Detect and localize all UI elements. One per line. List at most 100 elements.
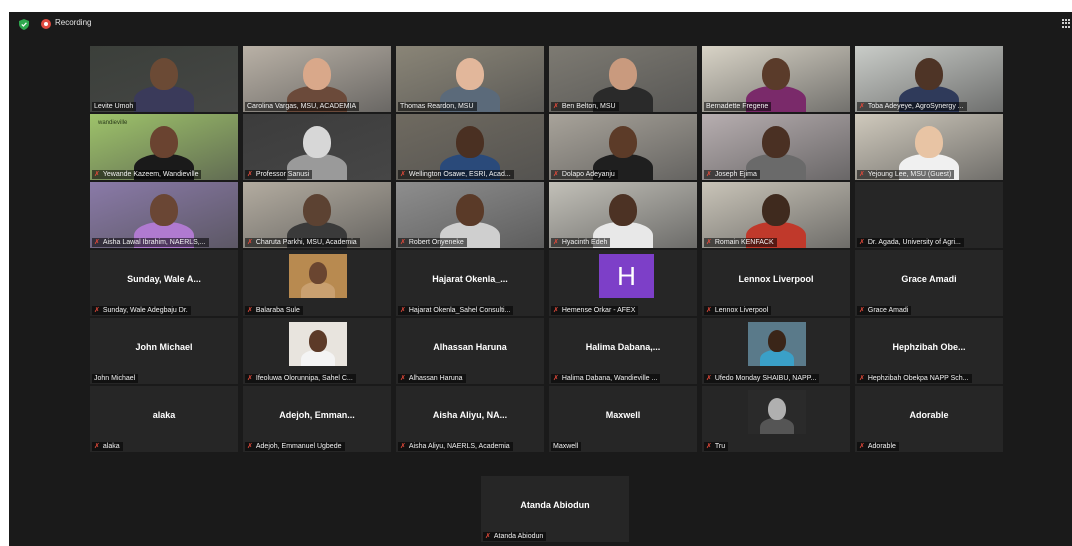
participant-face xyxy=(609,126,637,158)
participant-tile[interactable]: Adejoh, Emman... ✗ Adejoh, Emmanuel Ugbede xyxy=(243,386,391,452)
profile-photo xyxy=(289,254,347,298)
participant-tile[interactable]: Carolina Vargas, MSU, ACADEMIA xyxy=(243,46,391,112)
participant-face xyxy=(456,58,484,90)
participant-tile[interactable]: Bernadette Fregene xyxy=(702,46,850,112)
participant-name: Lennox Liverpool xyxy=(714,307,769,314)
participant-tile[interactable]: Grace Amadi ✗ Grace Amadi xyxy=(855,250,1003,316)
muted-mic-icon: ✗ xyxy=(706,239,712,246)
participant-tile[interactable]: ✗ Toba Adeyeye, AgroSynergy ... xyxy=(855,46,1003,112)
participant-tile[interactable]: ✗ Romain KENFACK xyxy=(702,182,850,248)
muted-mic-icon: ✗ xyxy=(400,307,406,314)
participant-tile[interactable]: Aisha Aliyu, NA... ✗ Aisha Aliyu, NAERLS, … xyxy=(396,386,544,452)
participant-display-name: Maxwell xyxy=(605,410,641,420)
muted-mic-icon: ✗ xyxy=(706,443,712,450)
participant-tile[interactable]: ✗ Charuta Parkhi, MSU, Academia xyxy=(243,182,391,248)
participant-name: Maxwell xyxy=(553,443,579,450)
participant-display-name: Alhassan Haruna xyxy=(433,342,507,352)
participant-name: Carolina Vargas, MSU, ACADEMIA xyxy=(247,103,357,110)
brand-watermark: wandieville xyxy=(98,120,128,126)
participant-name-tag: ✗ Aisha Aliyu, NAERLS, Academia xyxy=(398,442,513,451)
participant-tile[interactable]: ✗ Joseph Ejima xyxy=(702,114,850,180)
participant-tile[interactable]: Lennox Liverpool ✗ Lennox Liverpool xyxy=(702,250,850,316)
participant-tile[interactable]: H ✗ Hemense Orkar - AFEX xyxy=(549,250,697,316)
shield-icon[interactable] xyxy=(19,19,29,30)
muted-mic-icon: ✗ xyxy=(553,171,559,178)
participant-name-tag: ✗ Professor Sanusi xyxy=(245,170,313,179)
participant-display-name: Grace Amadi xyxy=(901,274,957,284)
participant-name: Adejoh, Emmanuel Ugbede xyxy=(255,443,342,450)
meeting-top-bar: Recording xyxy=(9,12,1072,36)
muted-mic-icon: ✗ xyxy=(859,375,865,382)
muted-mic-icon: ✗ xyxy=(94,239,100,246)
participant-tile[interactable]: Levite Umoh xyxy=(90,46,238,112)
participant-tile[interactable]: ✗ Yejoung Lee, MSU (Guest) xyxy=(855,114,1003,180)
participant-tile[interactable]: ✗ Balaraba Sule xyxy=(243,250,391,316)
participant-face xyxy=(150,194,178,226)
participant-tile[interactable]: Sunday, Wale A... ✗ Sunday, Wale Adegbaju … xyxy=(90,250,238,316)
participant-tile[interactable]: ✗ Professor Sanusi xyxy=(243,114,391,180)
participant-face xyxy=(915,126,943,158)
participant-name: Alhassan Haruna xyxy=(408,375,463,382)
participant-name: Professor Sanusi xyxy=(255,171,310,178)
muted-mic-icon: ✗ xyxy=(400,239,406,246)
participant-tile[interactable]: ✗ Ben Belton, MSU xyxy=(549,46,697,112)
participant-name-tag: ✗ Sunday, Wale Adegbaju Dr. xyxy=(92,306,191,315)
participant-name-tag: ✗ Balaraba Sule xyxy=(245,306,303,315)
participant-tile[interactable]: ✗ Robert Onyeneke xyxy=(396,182,544,248)
participant-tile[interactable]: Hephzibah Obe... ✗ Hephzibah Obekpa NAPP S… xyxy=(855,318,1003,384)
participant-name: Adorable xyxy=(867,443,896,450)
participant-face xyxy=(609,58,637,90)
participant-name: Sunday, Wale Adegbaju Dr. xyxy=(102,307,188,314)
participant-tile[interactable]: Alhassan Haruna ✗ Alhassan Haruna xyxy=(396,318,544,384)
muted-mic-icon: ✗ xyxy=(400,443,406,450)
participant-tile[interactable]: ✗ Wellington Osawe, ESRI, Acad... xyxy=(396,114,544,180)
participant-name: alaka xyxy=(102,443,120,450)
participant-tile[interactable]: ✗ Hyacinth Edeh xyxy=(549,182,697,248)
participant-name-tag: Carolina Vargas, MSU, ACADEMIA xyxy=(245,102,360,111)
participant-name: Levite Umoh xyxy=(94,103,134,110)
participant-name-tag: ✗ Grace Amadi xyxy=(857,306,912,315)
participant-name: Wellington Osawe, ESRI, Acad... xyxy=(408,171,511,178)
participant-tile[interactable]: ✗ Dolapo Adeyanju xyxy=(549,114,697,180)
participant-tile[interactable]: Atanda Abiodun ✗ Atanda Abiodun xyxy=(481,476,629,542)
muted-mic-icon: ✗ xyxy=(553,103,559,110)
participant-name: Atanda Abiodun xyxy=(493,533,544,540)
participant-name-tag: ✗ Aisha Lawal Ibrahim, NAERLS,... xyxy=(92,238,209,247)
participant-name-tag: ✗ Charuta Parkhi, MSU, Academia xyxy=(245,238,360,247)
participant-name: Dolapo Adeyanju xyxy=(561,171,615,178)
participant-tile[interactable]: alaka ✗ alaka xyxy=(90,386,238,452)
participant-tile[interactable]: ✗ Dr. Agada, University of Agri... xyxy=(855,182,1003,248)
participant-tile[interactable]: Thomas Reardon, MSU xyxy=(396,46,544,112)
participant-tile[interactable]: John Michael John Michael xyxy=(90,318,238,384)
participant-tile[interactable]: wandieville ✗ Yewande Kazeem, Wandieville xyxy=(90,114,238,180)
participant-tile[interactable]: ✗ Aisha Lawal Ibrahim, NAERLS,... xyxy=(90,182,238,248)
participant-tile[interactable]: ✗ Tru xyxy=(702,386,850,452)
participant-tile[interactable]: ✗ Ifeoluwa Olorunnipa, Sahel C... xyxy=(243,318,391,384)
muted-mic-icon: ✗ xyxy=(553,307,559,314)
participant-name-tag: ✗ Atanda Abiodun xyxy=(483,532,547,541)
participant-tile[interactable]: Hajarat Okenla_... ✗ Hajarat Okenla_Sahel … xyxy=(396,250,544,316)
participant-display-name: John Michael xyxy=(135,342,193,352)
participant-name: Hyacinth Edeh xyxy=(561,239,608,246)
participant-name-tag: ✗ Wellington Osawe, ESRI, Acad... xyxy=(398,170,514,179)
participant-name-tag: ✗ Tru xyxy=(704,442,729,451)
participant-name-tag: ✗ Alhassan Haruna xyxy=(398,374,466,383)
gallery-view-icon[interactable] xyxy=(1062,19,1070,28)
muted-mic-icon: ✗ xyxy=(859,443,865,450)
participant-name-tag: ✗ Ben Belton, MSU xyxy=(551,102,619,111)
participant-name-tag: ✗ Yewande Kazeem, Wandieville xyxy=(92,170,202,179)
muted-mic-icon: ✗ xyxy=(859,239,865,246)
participant-face xyxy=(303,58,331,90)
participant-tile[interactable]: ✗ Ufedo Monday SHAIBU, NAPP... xyxy=(702,318,850,384)
profile-photo xyxy=(289,322,347,366)
participant-name-tag: ✗ Hajarat Okenla_Sahel Consulti... xyxy=(398,306,514,315)
letter-avatar: H xyxy=(599,254,654,298)
participant-tile[interactable]: Adorable ✗ Adorable xyxy=(855,386,1003,452)
participant-face xyxy=(768,330,786,352)
recording-icon[interactable] xyxy=(41,19,51,29)
participant-display-name: Atanda Abiodun xyxy=(520,500,590,510)
participant-name: Tru xyxy=(714,443,726,450)
participant-gallery: Levite Umoh Carolina Vargas, MSU, ACADEMI… xyxy=(90,46,1004,452)
participant-tile[interactable]: Maxwell Maxwell xyxy=(549,386,697,452)
participant-tile[interactable]: Halima Dabana,... ✗ Halima Dabana, Wandiev… xyxy=(549,318,697,384)
